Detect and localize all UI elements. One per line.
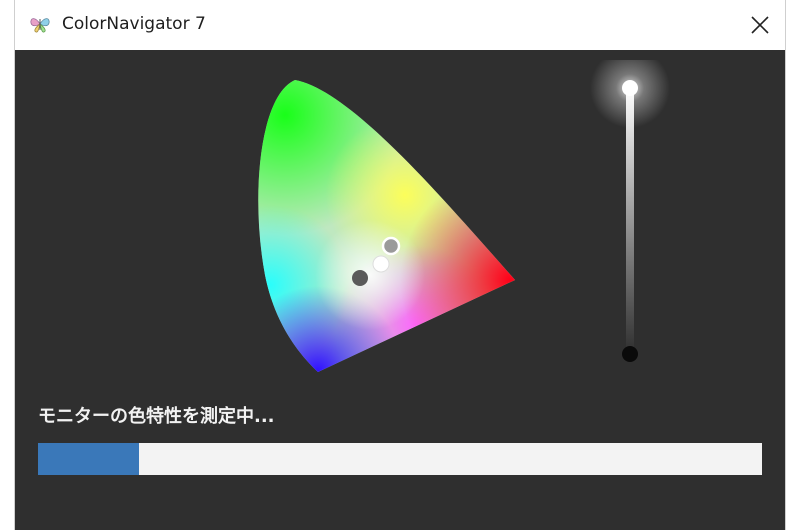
window-title: ColorNavigator 7: [62, 14, 206, 34]
content-area: モニターの色特性を測定中...: [15, 50, 785, 530]
brightness-min-point: [622, 346, 638, 362]
close-icon: [751, 16, 769, 34]
brightness-track: [626, 88, 634, 354]
target-point: [381, 236, 401, 256]
progress-bar: [38, 443, 762, 475]
brightness-indicator: [590, 60, 670, 362]
status-text: モニターの色特性を測定中...: [38, 406, 275, 427]
close-button[interactable]: [735, 0, 785, 50]
app-window: ColorNavigator 7 モニターの色特性を測定中...: [15, 0, 785, 530]
butterfly-icon: [30, 18, 50, 33]
chromaticity-diagram: [258, 80, 515, 372]
measured-point-dark: [352, 270, 368, 286]
progress-fill: [38, 443, 140, 475]
brightness-max-point: [622, 80, 638, 96]
measured-point-white: [372, 255, 390, 273]
title-bar: ColorNavigator 7: [15, 0, 785, 50]
